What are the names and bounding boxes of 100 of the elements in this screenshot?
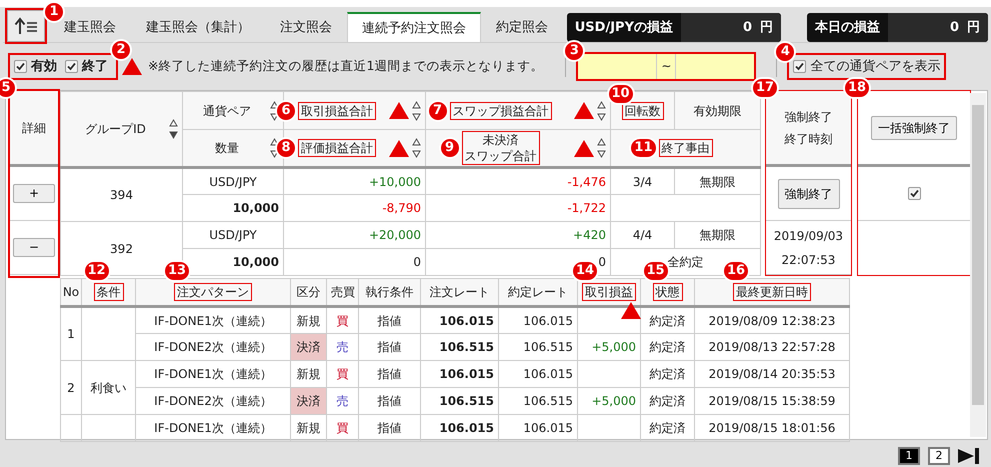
column-header: 取引損益合計 [299,102,375,118]
status-value: 約定済 [650,340,686,354]
status-value: 約定済 [650,314,686,328]
number-badge: 4 [774,40,796,63]
range-separator: ~ [656,54,676,79]
amount-value: +5,000 [592,340,636,354]
column-header: 強制終了終了時刻 [784,108,832,148]
tab[interactable]: 連続予約注文照会 [347,12,481,42]
order-rate: 106.515 [439,340,494,354]
amount-value: +420 [573,228,606,242]
order-rate: 106.515 [439,394,494,408]
checkbox[interactable] [908,187,920,200]
page-button[interactable]: 1 [898,447,920,465]
pnl-label: 本日の損益 [814,19,881,37]
scrollbar[interactable] [970,93,986,437]
column-header: 回転数 [622,102,662,118]
column-header: 執行条件 [366,285,414,299]
number-badge: 10 [606,82,635,104]
check-icon [16,62,25,71]
execution-type: 指値 [378,314,402,328]
updated-time: 2019/08/09 12:38:23 [708,314,836,328]
column-header: 状態 [654,284,682,300]
checkbox[interactable] [14,60,27,73]
order-pattern: IF-DONE2次（連続） [154,394,272,408]
checkbox[interactable] [793,60,806,73]
pnl-label: USD/JPYの損益 [574,19,674,37]
tab[interactable]: 約定照会 [481,12,563,42]
date-from-field[interactable] [578,54,656,79]
checkbox-label: 有効 [31,58,57,76]
column-header: 評価損益合計 [299,140,375,156]
fill-rate: 106.015 [523,367,573,381]
column-header: 区分 [296,285,320,299]
number-badge: 8 [275,137,297,159]
scrollbar-thumb[interactable] [972,105,984,405]
check-icon [795,62,804,71]
column-header: 売買 [331,285,355,299]
side-value: 売 [336,340,348,354]
toggle-button[interactable] [7,10,45,42]
number-badge: 5 [0,77,17,99]
currency-pair: USD/JPY [209,174,257,188]
bulk-end-button[interactable]: 一括強制終了 [871,116,957,140]
number-badge: 9 [438,137,460,159]
arrow-lines-icon [14,17,38,35]
column-header: No [62,285,80,299]
turn-count: 3/4 [632,174,652,188]
condition-value: 利食い [90,380,126,394]
last-page-icon[interactable] [958,448,980,464]
date-to-field[interactable] [676,54,754,79]
column-header: 注文パターン [175,284,251,300]
side-value: 売 [336,394,348,408]
status-value: 約定済 [650,367,686,381]
column-header: 条件 [94,284,122,300]
currency-pair: USD/JPY [209,228,257,242]
expand-button[interactable]: + [13,184,55,203]
amount-value: 0 [598,255,606,269]
number-badge: 16 [722,260,750,282]
column-header: 最終更新日時 [734,284,810,300]
currency-unit: 円 [967,20,980,35]
updated-time: 2019/08/13 22:57:28 [708,340,836,354]
amount-value: -1,476 [567,174,606,188]
status-value: 約定済 [650,421,686,435]
column-header: 通貨ペア [203,104,251,118]
number-badge: 3 [563,40,586,62]
category-value: 新規 [296,314,320,328]
amount-value: 0 [413,255,421,269]
number-badge: 2 [110,38,132,61]
execution-type: 指値 [378,394,402,408]
column-header: 未決済 [482,132,520,148]
checkbox[interactable] [65,60,78,73]
number-badge: 11 [629,137,658,159]
force-end-button[interactable]: 強制終了 [778,178,840,208]
side-value: 買 [336,421,348,435]
tab[interactable]: 注文照会 [265,12,347,42]
number-badge: 13 [163,260,192,282]
currency-unit: 円 [760,20,773,35]
order-rate: 106.015 [439,367,494,381]
updated-time: 2019/08/15 15:38:59 [708,394,836,408]
order-pattern: IF-DONE1次（連続） [154,314,272,328]
amount-value: -1,722 [567,201,606,215]
order-rate: 106.015 [439,314,494,328]
category-value: 決済 [296,340,320,354]
column-header: 約定レート [508,285,568,299]
check-icon [67,62,76,71]
side-value: 買 [336,314,348,328]
status-value: 約定済 [650,394,686,408]
column-header: 詳細 [22,120,46,136]
page-button[interactable]: 2 [928,447,950,465]
category-value: 新規 [296,367,320,381]
number-badge: 18 [843,77,872,99]
expiry-value: 無期限 [700,174,736,188]
pnl-value: 0 [742,20,752,35]
column-header: 注文レート [430,285,490,299]
tab[interactable]: 建玉照会（集計） [131,12,265,42]
expand-button[interactable]: − [13,238,55,257]
checkbox-label: 終了 [82,58,108,76]
column-header: 数量 [215,141,239,155]
quantity-value: 10,000 [232,201,279,215]
column-header: スワップ損益合計 [450,102,550,118]
group-id: 394 [110,188,133,202]
number-badge: 14 [571,260,600,282]
